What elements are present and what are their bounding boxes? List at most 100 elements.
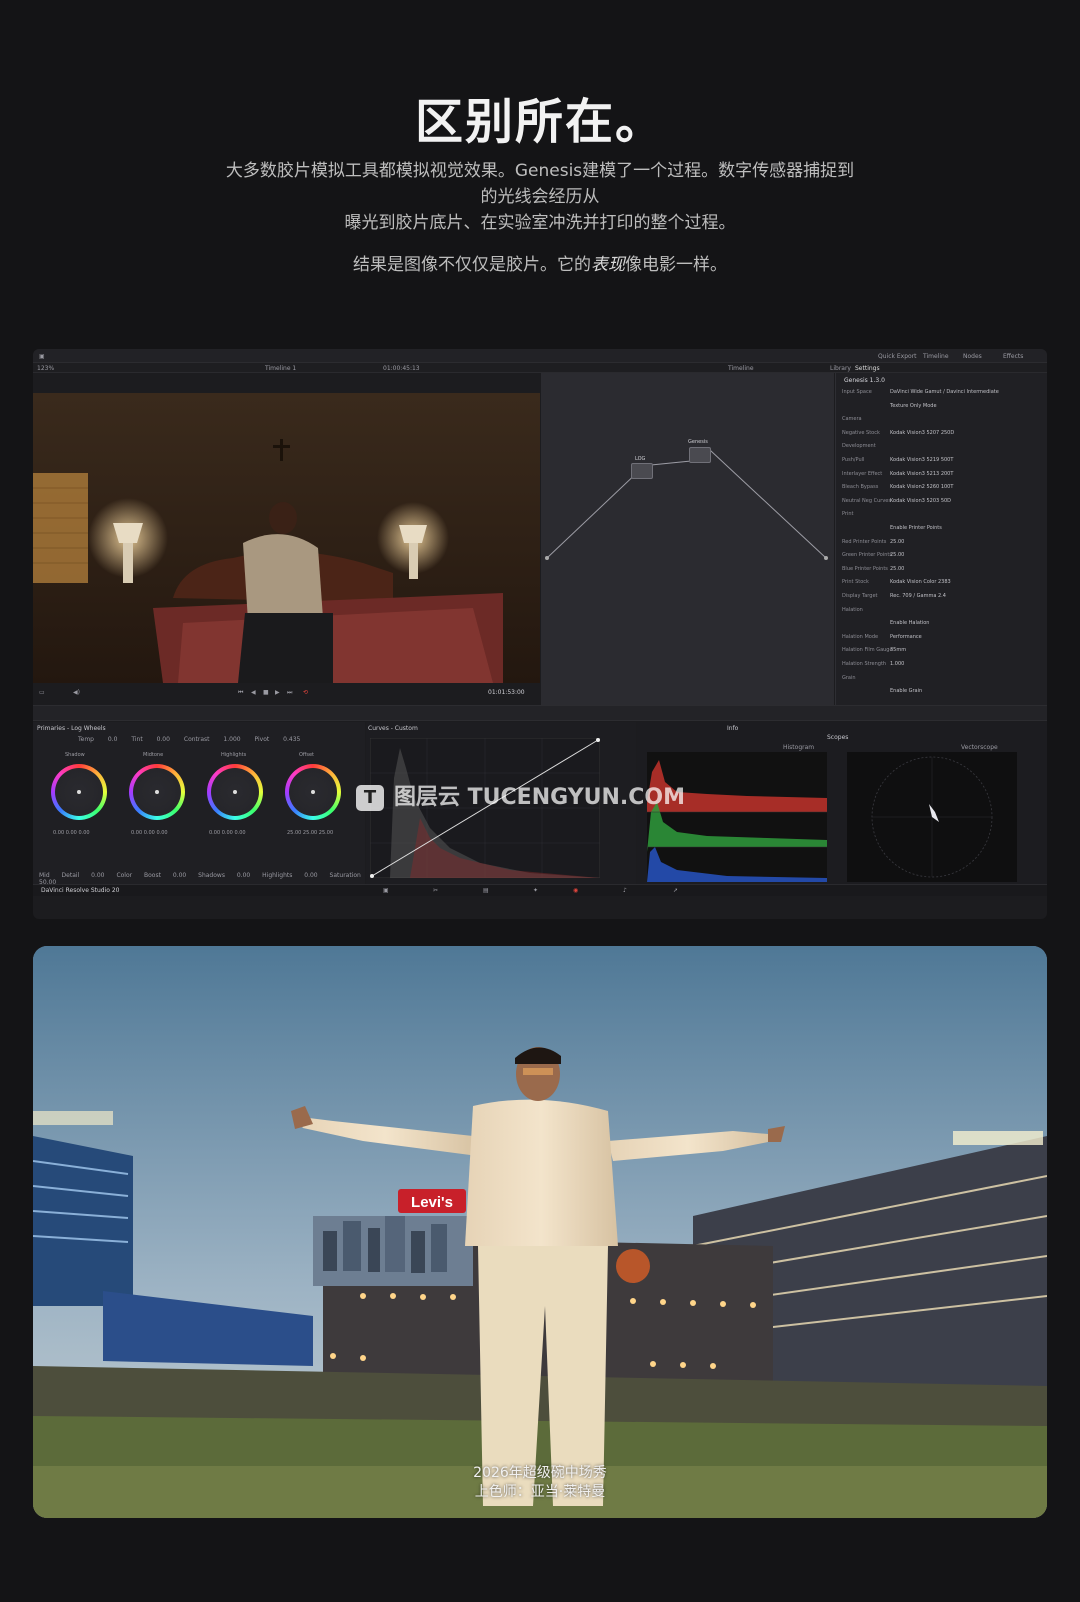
hero-paragraph-line3: 曝光到胶片底片、在实验室冲洗并打印的整个过程。: [344, 213, 736, 233]
settings-row[interactable]: Halation Film Gauge 35mm: [842, 647, 1042, 655]
settings-row-value[interactable]: 35mm: [890, 647, 906, 653]
stop-icon[interactable]: ■: [263, 689, 269, 696]
tint-field[interactable]: Tint 0.00: [131, 736, 170, 743]
tab-library[interactable]: Library: [830, 365, 851, 372]
contrast-field[interactable]: Contrast 1.000: [184, 736, 241, 743]
settings-row[interactable]: Green Printer Points 25.00: [842, 552, 1042, 560]
wheel-values[interactable]: 0.00 0.00 0.00: [53, 830, 90, 836]
settings-row[interactable]: Development: [842, 443, 1042, 451]
settings-row-label: Halation: [842, 606, 863, 613]
tab-settings[interactable]: Settings: [855, 365, 880, 372]
settings-row[interactable]: Print: [842, 511, 1042, 519]
wheel-center-dot[interactable]: [233, 790, 237, 794]
quick-export-button[interactable]: Quick Export: [878, 353, 917, 360]
settings-row[interactable]: Neutral Neg Curves Kodak Vision3 5203 50D: [842, 498, 1042, 506]
settings-row[interactable]: Camera: [842, 416, 1042, 424]
loop-icon[interactable]: ⟲: [303, 689, 308, 696]
highlights-field[interactable]: Highlights 0.00: [262, 872, 317, 879]
settings-row[interactable]: Halation Mode Performance: [842, 634, 1042, 642]
node-timeline-label[interactable]: Timeline: [728, 365, 754, 372]
settings-row-value[interactable]: Kodak Vision2 5260 100T: [890, 484, 953, 490]
viewer-image: [33, 393, 540, 683]
curves-title: Curves - Custom: [368, 725, 418, 732]
node-log[interactable]: [631, 463, 653, 479]
deliver-page-icon[interactable]: ➚: [673, 887, 678, 894]
mid-detail-field[interactable]: Mid Detail 0.00: [39, 872, 105, 879]
settings-row[interactable]: Texture Only Mode: [842, 403, 1042, 411]
settings-row[interactable]: Interlayer Effect Kodak Vision3 5213 200T: [842, 471, 1042, 479]
viewer-mode-icon[interactable]: ▭: [39, 689, 45, 696]
edit-page-icon[interactable]: ▤: [483, 887, 489, 894]
color-wheel[interactable]: [207, 764, 263, 820]
settings-row-value[interactable]: 1.000: [890, 661, 904, 667]
settings-row[interactable]: Push/Pull Kodak Vision3 5219 500T: [842, 457, 1042, 465]
settings-row[interactable]: Enable Grain: [842, 688, 1042, 696]
settings-row-value[interactable]: 25.00: [890, 566, 904, 572]
wheel-values[interactable]: 25.00 25.00 25.00: [287, 830, 333, 836]
timeline-name[interactable]: Timeline 1: [265, 365, 296, 372]
wheel-center-dot[interactable]: [77, 790, 81, 794]
nodes-button[interactable]: Nodes: [963, 353, 982, 360]
color-boost-field[interactable]: Color Boost 0.00: [116, 872, 186, 879]
transport-controls: ▭ ◀) ⏮ ◀ ■ ▶ ⏭ ⟲ 01:01:53:00: [33, 683, 540, 705]
settings-row-label: Blue Printer Points: [842, 565, 888, 572]
play-reverse-icon[interactable]: ◀: [251, 689, 256, 696]
media-page-icon[interactable]: ▣: [383, 887, 389, 894]
jump-start-icon[interactable]: ⏮: [238, 689, 243, 697]
settings-row-label: Development: [842, 443, 876, 450]
settings-row[interactable]: Red Printer Points 25.00: [842, 539, 1042, 547]
settings-row[interactable]: Enable Halation: [842, 620, 1042, 628]
settings-row-value[interactable]: DaVinci Wide Gamut / Davinci Intermediat…: [890, 389, 999, 395]
settings-row-value[interactable]: Enable Printer Points: [890, 525, 942, 531]
wheel-values[interactable]: 0.00 0.00 0.00: [131, 830, 168, 836]
settings-row-value[interactable]: Enable Grain: [890, 688, 922, 694]
settings-row[interactable]: Print Stock Kodak Vision Color 2383: [842, 579, 1042, 587]
effects-button[interactable]: Effects: [1003, 353, 1023, 360]
timecode: 01:00:45:13: [383, 365, 420, 372]
settings-row-label: Input Space: [842, 389, 872, 395]
volume-icon[interactable]: ◀): [73, 689, 80, 696]
resolve-window: ▣ Quick Export Timeline Nodes Effects 12…: [33, 349, 1047, 919]
settings-row-value[interactable]: Kodak Vision3 5213 200T: [890, 471, 953, 477]
temp-field[interactable]: Temp 0.0: [78, 736, 117, 743]
timeline-button[interactable]: Timeline: [923, 353, 949, 360]
color-wheel[interactable]: [51, 764, 107, 820]
settings-row-value[interactable]: Kodak Vision3 5219 500T: [890, 457, 953, 463]
settings-row[interactable]: Grain: [842, 675, 1042, 683]
settings-row-value[interactable]: Texture Only Mode: [890, 403, 937, 409]
settings-row-value[interactable]: Performance: [890, 634, 922, 640]
fairlight-page-icon[interactable]: ♪: [623, 887, 627, 894]
play-icon[interactable]: ▶: [275, 689, 280, 696]
settings-row[interactable]: Bleach Bypass Kodak Vision2 5260 100T: [842, 484, 1042, 492]
settings-row-value[interactable]: 25.00: [890, 552, 904, 558]
settings-row-value[interactable]: Kodak Vision Color 2383: [890, 579, 951, 585]
settings-row[interactable]: Enable Printer Points: [842, 525, 1042, 533]
settings-row[interactable]: Halation Strength 1.000: [842, 661, 1042, 669]
zoom-select[interactable]: 123%: [37, 365, 54, 372]
jump-end-icon[interactable]: ⏭: [287, 689, 292, 697]
settings-row[interactable]: Blue Printer Points 25.00: [842, 566, 1042, 574]
settings-row-value[interactable]: Kodak Vision3 5203 50D: [890, 498, 951, 504]
wheel-values[interactable]: 0.00 0.00 0.00: [209, 830, 246, 836]
settings-row[interactable]: Halation: [842, 607, 1042, 615]
settings-row[interactable]: Input Space DaVinci Wide Gamut / Davinci …: [842, 389, 1042, 397]
media-icon[interactable]: ▣: [39, 353, 45, 360]
settings-row-value[interactable]: Rec. 709 / Gamma 2.4: [890, 593, 946, 599]
settings-row-value[interactable]: Enable Halation: [890, 620, 929, 626]
shadows-field[interactable]: Shadows 0.00: [198, 872, 250, 879]
bedroom-scene: [33, 393, 540, 683]
cut-page-icon[interactable]: ✂: [433, 887, 438, 894]
color-page-icon[interactable]: ◉: [573, 887, 578, 894]
wheel-center-dot[interactable]: [311, 790, 315, 794]
fusion-page-icon[interactable]: ✦: [533, 887, 538, 894]
settings-row-value[interactable]: Kodak Vision3 5207 250D: [890, 430, 954, 436]
settings-row[interactable]: Display Target Rec. 709 / Gamma 2.4: [842, 593, 1042, 601]
settings-row-value[interactable]: 25.00: [890, 539, 904, 545]
primaries-title: Primaries - Log Wheels: [37, 725, 106, 732]
pivot-field[interactable]: Pivot 0.435: [255, 736, 301, 743]
settings-row[interactable]: Negative Stock Kodak Vision3 5207 250D: [842, 430, 1042, 438]
color-wheel[interactable]: [285, 764, 341, 820]
node-genesis[interactable]: [689, 447, 711, 463]
color-wheel[interactable]: [129, 764, 185, 820]
wheel-center-dot[interactable]: [155, 790, 159, 794]
